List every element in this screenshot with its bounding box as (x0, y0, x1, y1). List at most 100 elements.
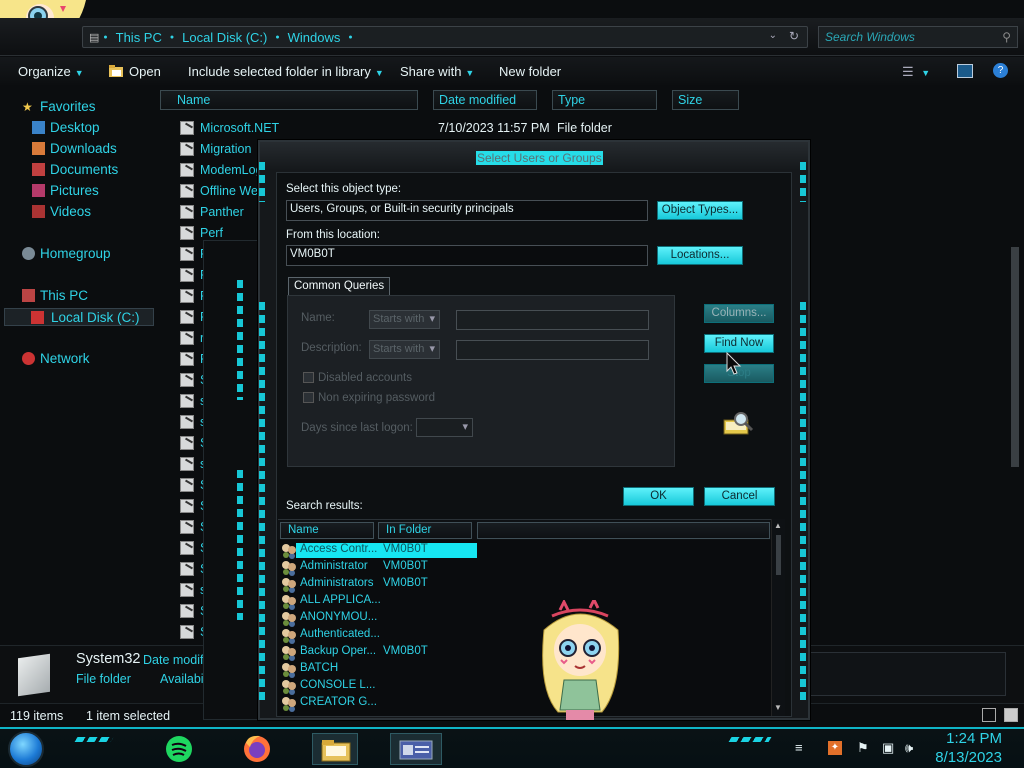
search-input[interactable] (825, 30, 990, 44)
object-types-button[interactable]: Object Types... (657, 201, 743, 220)
user-group-icon (281, 646, 297, 659)
mascot-sticker-icon (542, 600, 620, 720)
result-row[interactable]: Access Contr... VM0B0T (278, 542, 772, 559)
nav-documents[interactable]: Documents (32, 162, 118, 177)
results-header-name[interactable]: Name (280, 522, 374, 539)
preview-pane-icon[interactable] (957, 64, 973, 78)
nav-label: Documents (50, 162, 119, 177)
network-status-icon[interactable]: ▣ (882, 741, 896, 755)
description-query-input[interactable] (456, 340, 649, 360)
file-list-scrollbar[interactable] (1008, 112, 1022, 642)
view-options-icon[interactable]: ☰ ▼ (902, 64, 930, 80)
include-in-library-button[interactable]: Include selected folder in library ▼ (188, 64, 384, 79)
volume-icon[interactable]: 🕪 (905, 741, 919, 755)
scroll-up-icon[interactable]: ▲ (774, 521, 782, 530)
refresh-icon[interactable]: ↻ (789, 29, 799, 43)
result-row[interactable]: Administrators VM0B0T (278, 576, 772, 593)
nav-favorites[interactable]: ★ Favorites (22, 99, 96, 114)
folder-icon (180, 205, 194, 219)
file-row[interactable]: Offline Web (170, 181, 270, 201)
result-row[interactable]: ALL APPLICA... (278, 593, 772, 610)
details-view-icon[interactable] (982, 708, 996, 722)
column-header-date[interactable]: Date modified (433, 90, 537, 110)
nav-downloads[interactable]: Downloads (32, 141, 117, 156)
cancel-button[interactable]: Cancel (704, 487, 775, 506)
nav-desktop[interactable]: Desktop (32, 120, 100, 135)
scroll-down-icon[interactable]: ▼ (774, 703, 782, 712)
file-row[interactable]: ModemLog (170, 160, 270, 180)
find-now-button[interactable]: Find Now (704, 334, 774, 353)
action-center-flag-icon[interactable]: ⚑ (857, 741, 871, 755)
folder-icon (180, 373, 194, 387)
file-row[interactable]: Microsoft.NET (170, 118, 430, 138)
firefox-app-icon[interactable] (240, 733, 274, 765)
column-header-type[interactable]: Type (552, 90, 657, 110)
ok-button[interactable]: OK (623, 487, 694, 506)
file-explorer-app-button[interactable] (312, 733, 358, 765)
item-count: 119 items (10, 709, 64, 723)
result-row[interactable]: Authenticated... (278, 627, 772, 644)
breadcrumb-this-pc[interactable]: This PC (116, 30, 162, 45)
clock[interactable]: 1:24 PM 8/13/2023 (935, 729, 1002, 767)
days-since-select[interactable] (416, 418, 473, 437)
organize-button[interactable]: Organize ▼ (18, 64, 84, 79)
share-with-button[interactable]: Share with ▼ (400, 64, 474, 79)
nav-local-disk[interactable]: Local Disk (C:) (4, 308, 154, 326)
result-row[interactable]: CREATOR G... (278, 695, 772, 712)
breadcrumb-windows[interactable]: Windows (288, 30, 341, 45)
name-starts-with-select[interactable]: Starts with (369, 310, 440, 329)
tab-common-queries[interactable]: Common Queries (288, 277, 391, 295)
result-row[interactable]: CONSOLE L... (278, 678, 772, 695)
folder-icon (180, 520, 194, 534)
nav-this-pc[interactable]: This PC (22, 288, 88, 303)
column-header-name[interactable]: Name (160, 90, 418, 110)
nav-pictures[interactable]: Pictures (32, 183, 99, 198)
search-directory-icon (723, 412, 754, 435)
star-icon: ★ (22, 100, 33, 114)
open-folder-icon (109, 65, 123, 77)
file-row[interactable]: Migration (170, 139, 270, 159)
start-button[interactable] (8, 731, 44, 767)
scrollbar-thumb[interactable] (776, 535, 781, 575)
location-field: VM0B0T (286, 245, 648, 266)
result-row[interactable]: ANONYMOU... (278, 610, 772, 627)
result-row[interactable]: Administrator VM0B0T (278, 559, 772, 576)
user-group-icon (281, 697, 297, 710)
columns-button[interactable]: Columns... (704, 304, 774, 323)
folder-icon (180, 415, 194, 429)
locations-button[interactable]: Locations... (657, 246, 743, 265)
dialog-app-button[interactable] (390, 733, 442, 765)
breadcrumb-local-disk[interactable]: Local Disk (C:) (182, 30, 267, 45)
help-icon[interactable]: ? (993, 63, 1008, 78)
name-query-input[interactable] (456, 310, 649, 330)
nav-homegroup[interactable]: Homegroup (22, 246, 111, 261)
scrollbar-thumb[interactable] (1011, 247, 1019, 467)
frame-decoration (259, 302, 265, 702)
description-starts-with-select[interactable]: Starts with (369, 340, 440, 359)
file-row[interactable]: Panther (170, 202, 270, 222)
spotify-app-icon[interactable] (162, 733, 196, 765)
chevron-down-icon[interactable]: ⌄ (769, 30, 777, 41)
result-row[interactable]: Backup Oper... VM0B0T (278, 644, 772, 661)
disabled-accounts-checkbox[interactable] (303, 372, 314, 383)
open-button[interactable]: Open (129, 64, 161, 79)
folder-icon (180, 184, 194, 198)
address-field[interactable]: ▤ ● This PC ● Local Disk (C:) ● Windows … (82, 26, 808, 48)
nav-videos[interactable]: Videos (32, 204, 91, 219)
file-name: Microsoft.NET (200, 121, 280, 135)
show-hidden-icons-icon[interactable]: ≡ (795, 741, 809, 755)
search-box[interactable]: ⚲ (818, 26, 1018, 48)
nav-network[interactable]: Network (22, 351, 90, 366)
disabled-accounts-label: Disabled accounts (318, 372, 412, 384)
user-group-icon (281, 612, 297, 625)
tray-app-icon[interactable]: ✦ (828, 741, 842, 755)
address-bar-region: ▤ ● This PC ● Local Disk (C:) ● Windows … (0, 18, 1024, 56)
search-icon[interactable]: ⚲ (1002, 30, 1011, 44)
result-row[interactable]: BATCH (278, 661, 772, 678)
results-header-folder[interactable]: In Folder (378, 522, 472, 539)
tiles-view-icon[interactable] (1004, 708, 1018, 722)
non-expiring-checkbox[interactable] (303, 392, 314, 403)
new-folder-button[interactable]: New folder (499, 64, 561, 79)
results-scrollbar[interactable]: ▲ ▼ (771, 519, 785, 716)
column-header-size[interactable]: Size (672, 90, 739, 110)
